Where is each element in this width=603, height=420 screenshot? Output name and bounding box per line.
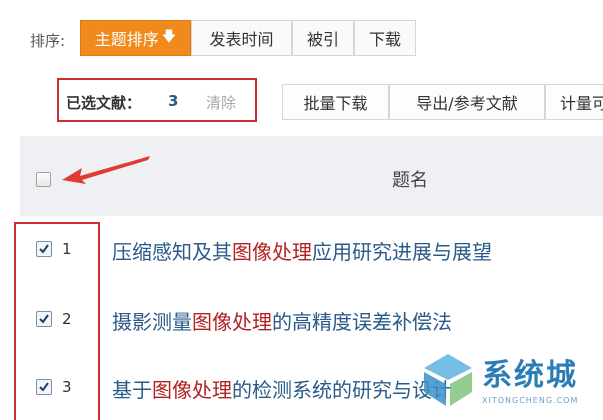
checkbox-highlight-box — [14, 222, 100, 420]
batch-download-button[interactable]: 批量下载 — [282, 84, 389, 120]
title-text: 摄影测量 — [112, 310, 192, 334]
title-highlight: 图像处理 — [232, 240, 312, 264]
arrow-down-icon: 🡇 — [161, 29, 177, 45]
title-text: 基于 — [112, 378, 152, 402]
selection-bar: 已选文献： 3 清除 批量下载 导出/参考文献 计量可 — [0, 64, 603, 136]
title-text: 应用研究进展与展望 — [312, 240, 492, 264]
red-arrow-icon — [62, 156, 150, 184]
title-highlight: 图像处理 — [192, 310, 272, 334]
sort-by-download-label: 下载 — [368, 30, 401, 49]
selected-label: 已选文献： — [66, 94, 142, 112]
row-title-link[interactable]: 摄影测量图像处理的高精度误差补偿法 — [112, 306, 452, 335]
selected-count: 3 — [168, 92, 179, 110]
quant-analysis-button[interactable]: 计量可 — [545, 84, 603, 120]
title-column-header: 题名 — [392, 170, 428, 191]
export-references-label: 导出/参考文献 — [416, 94, 518, 113]
title-highlight: 图像处理 — [152, 378, 232, 402]
export-references-button[interactable]: 导出/参考文献 — [389, 84, 545, 120]
table-row: 1 压缩感知及其图像处理应用研究进展与展望 — [20, 216, 603, 284]
sort-label: 排序: — [30, 32, 66, 50]
batch-download-label: 批量下载 — [303, 94, 368, 113]
quant-analysis-label: 计量可 — [560, 94, 603, 113]
watermark: 系统城 XITONGCHENG.COM — [418, 344, 603, 420]
row-title-link[interactable]: 压缩感知及其图像处理应用研究进展与展望 — [112, 236, 492, 265]
sort-by-topic-button[interactable]: 主题排序 🡇 — [80, 20, 191, 56]
sort-by-date-button[interactable]: 发表时间 — [191, 20, 292, 56]
sort-by-citation-button[interactable]: 被引 — [292, 20, 354, 56]
select-all-checkbox[interactable] — [36, 172, 51, 187]
watermark-text: 系统城 — [482, 358, 578, 393]
literature-list-page: 排序: 主题排序 🡇 发表时间 被引 下载 已选文献： 3 清除 批量下载 导出… — [0, 0, 603, 420]
sort-by-download-button[interactable]: 下载 — [354, 20, 416, 56]
watermark-subtext: XITONGCHENG.COM — [482, 396, 579, 405]
title-text: 压缩感知及其 — [112, 240, 232, 264]
sort-by-topic-label: 主题排序 — [94, 30, 159, 49]
sort-by-date-label: 发表时间 — [209, 30, 274, 49]
watermark-logo-icon — [424, 354, 472, 406]
clear-selection-link[interactable]: 清除 — [206, 92, 236, 113]
row-title-link[interactable]: 基于图像处理的检测系统的研究与设计 — [112, 374, 452, 403]
title-text: 的高精度误差补偿法 — [272, 310, 452, 334]
sort-bar: 排序: 主题排序 🡇 发表时间 被引 下载 — [0, 0, 603, 64]
sort-by-citation-label: 被引 — [306, 30, 339, 49]
